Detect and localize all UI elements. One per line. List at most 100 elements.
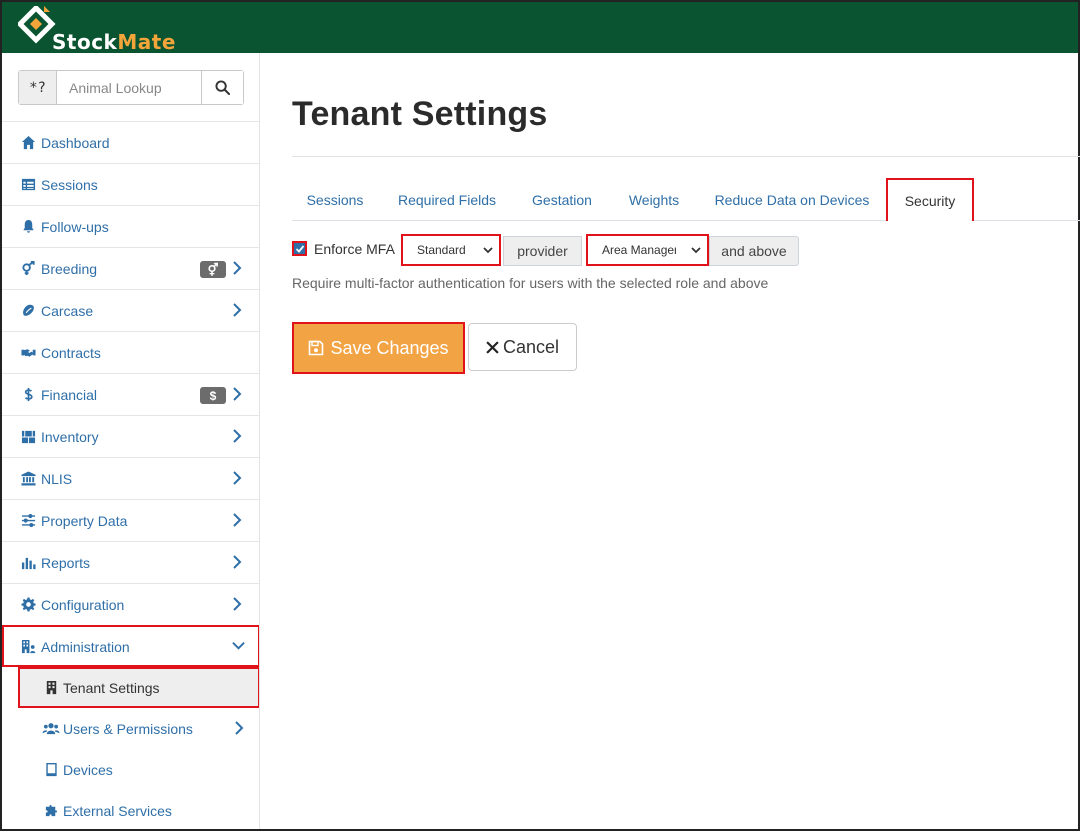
enforce-mfa-label: Enforce MFA — [314, 241, 395, 257]
cancel-button[interactable]: Cancel — [468, 323, 577, 371]
chevron-right-icon — [232, 597, 244, 611]
gender-icon — [20, 261, 37, 277]
sidebar-item-label: Sessions — [41, 176, 98, 193]
search-button[interactable] — [201, 71, 243, 104]
provider-addon: provider — [503, 236, 582, 266]
sidebar-item-sessions[interactable]: Sessions — [2, 163, 259, 205]
sidebar-item-nlis[interactable]: NLIS — [2, 457, 259, 499]
home-icon — [20, 135, 37, 151]
sidebar: *? Dashboard Sessions Follow-ups Breedin… — [2, 53, 260, 829]
sidebar-item-label: Contracts — [41, 344, 101, 361]
save-changes-button[interactable]: Save Changes — [292, 322, 465, 374]
mfa-provider-value: Standard — [417, 243, 466, 257]
users-icon — [42, 721, 60, 737]
sidebar-item-carcase[interactable]: Carcase — [2, 289, 259, 331]
sidebar-subitem-label: Users & Permissions — [63, 720, 193, 737]
table-icon — [20, 177, 37, 193]
sidebar-item-label: Administration — [41, 638, 130, 655]
bar-chart-icon — [20, 555, 37, 571]
cancel-label: Cancel — [502, 336, 560, 357]
sidebar-item-dashboard[interactable]: Dashboard — [2, 121, 259, 163]
settings-tabs: Sessions Required Fields Gestation Weigh… — [292, 178, 1080, 221]
sidebar-item-label: Dashboard — [41, 134, 110, 151]
building-user-icon — [20, 639, 37, 655]
sidebar-item-configuration[interactable]: Configuration — [2, 583, 259, 625]
main-content: Tenant Settings Sessions Required Fields… — [262, 53, 1080, 829]
sidebar-item-label: Reports — [41, 554, 91, 571]
tab-required-fields[interactable]: Required Fields — [386, 178, 508, 221]
sidebar-item-financial[interactable]: Financial $ — [2, 373, 259, 415]
save-icon — [309, 340, 324, 356]
chevron-right-icon — [232, 387, 244, 401]
animal-lookup-search: *? — [18, 70, 244, 105]
animal-lookup-input[interactable] — [57, 71, 201, 104]
financial-badge: $ — [200, 387, 226, 404]
sidebar-item-breeding[interactable]: Breeding ⚥ — [2, 247, 259, 289]
chevron-down-icon — [691, 247, 701, 254]
mfa-help-text: Require multi-factor authentication for … — [292, 275, 769, 291]
logo-text: StockMate — [52, 30, 176, 54]
sidebar-item-label: Financial — [41, 386, 98, 403]
mfa-settings-row: Enforce MFA Standard provider Area Manag… — [292, 234, 992, 266]
sidebar-nav: Dashboard Sessions Follow-ups Breeding ⚥… — [2, 121, 259, 829]
sidebar-item-label: NLIS — [41, 470, 73, 487]
sidebar-item-label: Breeding — [41, 260, 98, 277]
chevron-right-icon — [234, 721, 244, 738]
sidebar-subitem-devices[interactable]: Devices — [2, 749, 259, 790]
sidebar-item-label: Follow-ups — [41, 218, 109, 235]
chevron-right-icon — [232, 471, 244, 485]
search-icon — [215, 80, 230, 95]
mfa-provider-select[interactable]: Standard — [401, 234, 501, 266]
sidebar-item-label: Inventory — [41, 428, 99, 445]
sidebar-subitem-label: External Services — [63, 802, 172, 819]
top-bar: StockMate — [2, 2, 1078, 54]
tab-sessions[interactable]: Sessions — [292, 178, 378, 221]
handshake-icon — [20, 345, 37, 361]
chevron-right-icon — [232, 261, 244, 275]
boxes-icon — [20, 429, 37, 445]
cog-icon — [20, 597, 37, 613]
sidebar-item-follow-ups[interactable]: Follow-ups — [2, 205, 259, 247]
sliders-icon — [20, 513, 37, 529]
search-prefix[interactable]: *? — [19, 71, 57, 104]
sidebar-item-property-data[interactable]: Property Data — [2, 499, 259, 541]
sidebar-subitem-tenant-settings[interactable]: Tenant Settings — [18, 667, 259, 708]
check-icon — [295, 244, 304, 253]
bank-icon — [20, 471, 37, 487]
chevron-right-icon — [232, 429, 244, 443]
page-title: Tenant Settings — [292, 95, 548, 133]
breeding-badge: ⚥ — [200, 261, 226, 278]
chevron-right-icon — [232, 303, 244, 317]
enforce-mfa-checkbox[interactable] — [292, 241, 307, 256]
sidebar-item-reports[interactable]: Reports — [2, 541, 259, 583]
bell-icon — [20, 219, 37, 235]
sidebar-item-inventory[interactable]: Inventory — [2, 415, 259, 457]
tab-weights[interactable]: Weights — [614, 178, 694, 221]
dollar-icon — [20, 387, 37, 403]
sidebar-subitem-external-services[interactable]: External Services — [2, 790, 259, 829]
close-icon — [486, 340, 499, 354]
puzzle-icon — [42, 803, 60, 819]
save-changes-label: Save Changes — [330, 337, 449, 358]
mfa-role-select[interactable]: Area Manager — [586, 234, 709, 266]
tablet-icon — [42, 762, 60, 778]
sidebar-subitem-label: Tenant Settings — [63, 679, 160, 696]
sidebar-item-administration[interactable]: Administration — [2, 625, 259, 667]
mfa-role-value: Area Manager — [602, 243, 676, 257]
chevron-down-icon — [232, 639, 245, 653]
title-divider — [292, 156, 1080, 157]
stockmate-logo[interactable]: StockMate — [18, 6, 218, 54]
carcase-icon — [20, 303, 37, 319]
tab-security[interactable]: Security — [886, 178, 974, 221]
sidebar-item-label: Carcase — [41, 302, 94, 319]
sidebar-item-label: Property Data — [41, 512, 128, 529]
tab-reduce-data-on-devices[interactable]: Reduce Data on Devices — [702, 178, 882, 221]
sidebar-subitem-label: Devices — [63, 761, 113, 778]
sidebar-subitem-users-permissions[interactable]: Users & Permissions — [2, 708, 259, 749]
tab-gestation[interactable]: Gestation — [518, 178, 606, 221]
sidebar-item-contracts[interactable]: Contracts — [2, 331, 259, 373]
building-icon — [42, 680, 60, 696]
and-above-addon: and above — [709, 236, 799, 266]
sidebar-item-label: Configuration — [41, 596, 125, 613]
chevron-right-icon — [232, 555, 244, 569]
